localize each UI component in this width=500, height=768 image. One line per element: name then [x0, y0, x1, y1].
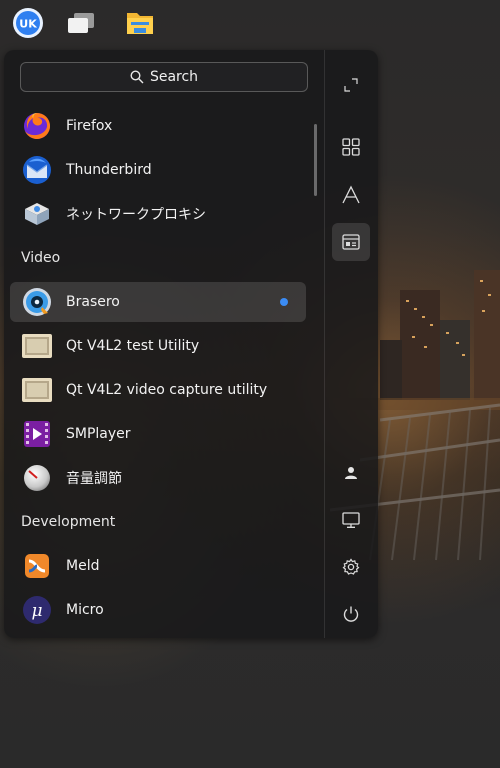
- user-icon: [345, 467, 357, 479]
- svg-text:UK: UK: [19, 18, 37, 31]
- app-label: SMPlayer: [66, 426, 131, 442]
- app-item-qt-v4l2-test[interactable]: Qt V4L2 test Utility: [10, 326, 306, 366]
- svg-text:μ: μ: [31, 601, 42, 621]
- app-label: Qt V4L2 test Utility: [66, 338, 200, 354]
- multitask-icon: [68, 13, 94, 33]
- search-icon: [130, 70, 144, 84]
- all-apps-view-button[interactable]: [332, 128, 370, 166]
- start-menu-panel: Search Firefox Thunderbird ネットワークプロキシ Vi…: [4, 50, 378, 638]
- file-manager-button[interactable]: [123, 6, 157, 40]
- settings-button[interactable]: [332, 548, 370, 586]
- thunderbird-icon: [20, 153, 54, 187]
- category-development-label: Development: [21, 514, 116, 530]
- app-item-meld[interactable]: Meld: [10, 546, 306, 586]
- app-label: 音量調節: [66, 471, 122, 487]
- new-app-badge: [280, 298, 288, 306]
- volume-control-icon: [20, 461, 54, 495]
- panel-divider: [324, 50, 325, 638]
- app-item-volume-control[interactable]: 音量調節: [10, 458, 306, 498]
- letter-sort-view-button[interactable]: [332, 176, 370, 214]
- meld-icon: [20, 549, 54, 583]
- search-box[interactable]: Search: [20, 62, 308, 92]
- expand-icon: [344, 78, 358, 92]
- category-view-button[interactable]: [332, 223, 370, 261]
- top-taskbar: UK: [0, 0, 500, 46]
- app-item-qt-v4l2-capture[interactable]: Qt V4L2 video capture utility: [10, 370, 306, 410]
- app-item-smplayer[interactable]: SMPlayer: [10, 414, 306, 454]
- user-button[interactable]: [332, 454, 370, 492]
- multitask-view-button[interactable]: [64, 6, 98, 40]
- computer-icon: [342, 512, 360, 528]
- app-item-micro[interactable]: μ Micro: [10, 590, 306, 630]
- app-item-firefox[interactable]: Firefox: [10, 106, 306, 146]
- app-label: Qt V4L2 video capture utility: [66, 382, 268, 398]
- app-label: ネットワークプロキシ: [66, 207, 206, 223]
- network-proxy-icon: [20, 197, 54, 231]
- kylin-start-icon: UK: [13, 8, 43, 38]
- settings-gear-icon: [342, 558, 360, 575]
- app-label: Firefox: [66, 118, 113, 134]
- app-item-brasero[interactable]: Brasero: [10, 282, 306, 322]
- smplayer-icon: [20, 417, 54, 451]
- computer-button[interactable]: [332, 501, 370, 539]
- power-icon: [343, 606, 359, 622]
- app-label: Micro: [66, 602, 104, 618]
- app-item-thunderbird[interactable]: Thunderbird: [10, 150, 306, 190]
- app-label: Meld: [66, 558, 100, 574]
- power-button[interactable]: [332, 595, 370, 633]
- start-menu-button[interactable]: UK: [11, 6, 45, 40]
- brasero-icon: [20, 285, 54, 319]
- app-item-network-proxy[interactable]: ネットワークプロキシ: [10, 194, 306, 234]
- search-label: Search: [149, 69, 199, 85]
- category-view-icon: [342, 234, 360, 250]
- app-label: Thunderbird: [66, 162, 152, 178]
- scrollbar-thumb[interactable]: [314, 124, 317, 196]
- category-video-label: Video: [21, 250, 61, 266]
- app-label: Brasero: [66, 294, 120, 310]
- expand-menu-button[interactable]: [332, 66, 370, 104]
- firefox-icon: [20, 109, 54, 143]
- qt-v4l2-icon: [20, 373, 54, 407]
- micro-icon: μ: [20, 593, 54, 627]
- letter-sort-icon: [342, 185, 360, 204]
- file-manager-icon: [127, 13, 153, 34]
- qt-v4l2-icon: [20, 329, 54, 363]
- all-apps-grid-icon: [342, 138, 360, 156]
